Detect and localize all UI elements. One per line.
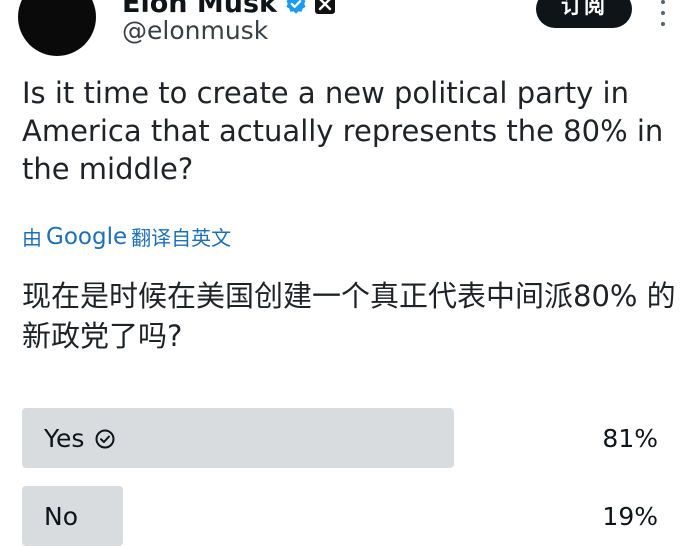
author-handle[interactable]: @elonmusk xyxy=(122,16,268,45)
poll-option-yes[interactable]: Yes 81% xyxy=(22,408,672,468)
verified-badge-icon xyxy=(285,0,307,15)
translation-provider: Google xyxy=(46,223,128,250)
poll-option-label: Yes xyxy=(44,408,116,468)
poll-option-text: Yes xyxy=(44,423,85,453)
translation-suffix: 翻译自英文 xyxy=(131,226,232,250)
poll-option-percent: 81% xyxy=(602,423,658,453)
poll-option-text: No xyxy=(44,501,78,531)
translation-prefix: 由 xyxy=(22,226,42,250)
more-vertical-icon[interactable] xyxy=(656,0,670,26)
translation-attribution[interactable]: 由 Google 翻译自英文 xyxy=(22,222,231,251)
check-circle-icon xyxy=(94,427,116,449)
translated-text: 现在是时候在美国创建一个真正代表中间派80% 的新政党了吗? xyxy=(22,279,676,353)
tweet-text: Is it time to create a new political par… xyxy=(22,76,664,186)
more-dot xyxy=(661,22,665,26)
x-affiliate-icon xyxy=(315,0,335,14)
poll-option-label: No xyxy=(44,486,78,546)
more-dot xyxy=(661,0,665,4)
poll-option-percent: 19% xyxy=(602,501,658,531)
avatar[interactable] xyxy=(18,0,96,56)
poll-option-no[interactable]: No 19% xyxy=(22,486,672,546)
subscribe-button[interactable]: 订阅 xyxy=(536,0,632,28)
more-dot xyxy=(661,11,665,15)
